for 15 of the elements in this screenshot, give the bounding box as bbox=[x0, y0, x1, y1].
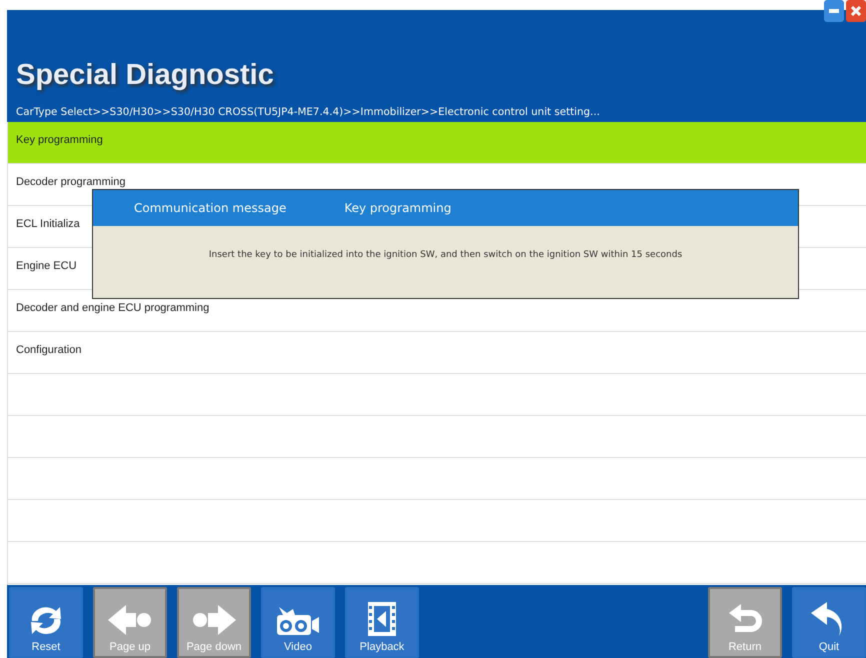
menu-item[interactable]: Key programming bbox=[8, 122, 866, 164]
video-button[interactable]: Video bbox=[261, 587, 335, 658]
right-arrow-icon bbox=[190, 603, 238, 637]
left-arrow-icon bbox=[106, 603, 154, 637]
quit-button[interactable]: Quit bbox=[792, 587, 866, 658]
playback-button[interactable]: Playback bbox=[345, 587, 419, 658]
dialog-message: Insert the key to be initialized into the ignition SW, and then switch on the ignition SW within 15 seconds bbox=[208, 250, 682, 260]
close-icon bbox=[851, 6, 861, 16]
film-icon bbox=[367, 601, 397, 637]
window-title: Special Diagnostic bbox=[16, 59, 275, 92]
minimize-button[interactable] bbox=[824, 0, 844, 22]
breadcrumb: CarType Select>>S30/H30>>S30/H30 CROSS(TU5JP4-ME7.4.4)>>Immobilizer>>Electronic control unit setting... bbox=[16, 106, 601, 118]
close-button[interactable] bbox=[846, 0, 866, 22]
minimize-icon bbox=[829, 9, 839, 13]
reset-button[interactable]: Reset bbox=[9, 587, 83, 658]
